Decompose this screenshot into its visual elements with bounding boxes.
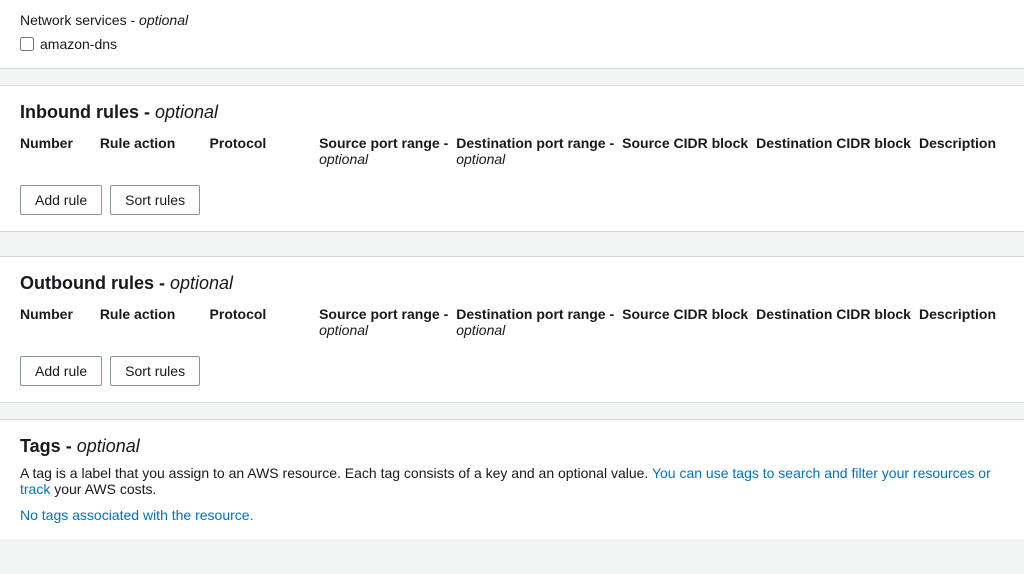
inbound-col-protocol: Protocol bbox=[210, 135, 320, 171]
outbound-col-source-cidr: Source CIDR block bbox=[622, 306, 756, 342]
inbound-add-rule-button[interactable]: Add rule bbox=[20, 185, 102, 215]
tags-description: A tag is a label that you assign to an A… bbox=[20, 465, 1004, 497]
outbound-col-source-port: Source port range - optional bbox=[319, 306, 456, 342]
no-tags-message: No tags associated with the resource. bbox=[20, 507, 1004, 523]
inbound-rules-title: Inbound rules - optional bbox=[20, 102, 1004, 123]
outbound-button-row: Add rule Sort rules bbox=[20, 356, 1004, 386]
inbound-col-source-cidr: Source CIDR block bbox=[622, 135, 756, 171]
divider-2 bbox=[0, 240, 1024, 248]
tags-section: Tags - optional A tag is a label that yo… bbox=[0, 419, 1024, 539]
outbound-col-dest-cidr: Destination CIDR block bbox=[756, 306, 919, 342]
amazon-dns-label: amazon-dns bbox=[40, 36, 117, 52]
inbound-col-dest-cidr: Destination CIDR block bbox=[756, 135, 919, 171]
inbound-sort-rules-button[interactable]: Sort rules bbox=[110, 185, 200, 215]
outbound-col-description: Description bbox=[919, 306, 1004, 342]
inbound-col-description: Description bbox=[919, 135, 1004, 171]
outbound-rules-table: Number Rule action Protocol Source port … bbox=[20, 306, 1004, 342]
tags-title: Tags - optional bbox=[20, 436, 1004, 457]
outbound-col-dest-port: Destination port range - optional bbox=[456, 306, 622, 342]
amazon-dns-row: amazon-dns bbox=[20, 36, 1004, 52]
inbound-col-action: Rule action bbox=[100, 135, 210, 171]
inbound-col-dest-port: Destination port range - optional bbox=[456, 135, 622, 171]
inbound-rules-section: Inbound rules - optional Number Rule act… bbox=[0, 85, 1024, 232]
divider-1 bbox=[0, 69, 1024, 77]
outbound-rules-title: Outbound rules - optional bbox=[20, 273, 1004, 294]
outbound-col-action: Rule action bbox=[100, 306, 210, 342]
inbound-col-source-port: Source port range - optional bbox=[319, 135, 456, 171]
divider-3 bbox=[0, 411, 1024, 419]
outbound-rules-section: Outbound rules - optional Number Rule ac… bbox=[0, 256, 1024, 403]
inbound-col-number: Number bbox=[20, 135, 100, 171]
network-services-label: Network services - optional bbox=[20, 12, 1004, 28]
inbound-rules-table: Number Rule action Protocol Source port … bbox=[20, 135, 1004, 171]
outbound-col-number: Number bbox=[20, 306, 100, 342]
network-services-section: Network services - optional amazon-dns bbox=[0, 0, 1024, 69]
outbound-col-protocol: Protocol bbox=[210, 306, 320, 342]
outbound-add-rule-button[interactable]: Add rule bbox=[20, 356, 102, 386]
outbound-sort-rules-button[interactable]: Sort rules bbox=[110, 356, 200, 386]
amazon-dns-checkbox[interactable] bbox=[20, 37, 34, 51]
inbound-button-row: Add rule Sort rules bbox=[20, 185, 1004, 215]
